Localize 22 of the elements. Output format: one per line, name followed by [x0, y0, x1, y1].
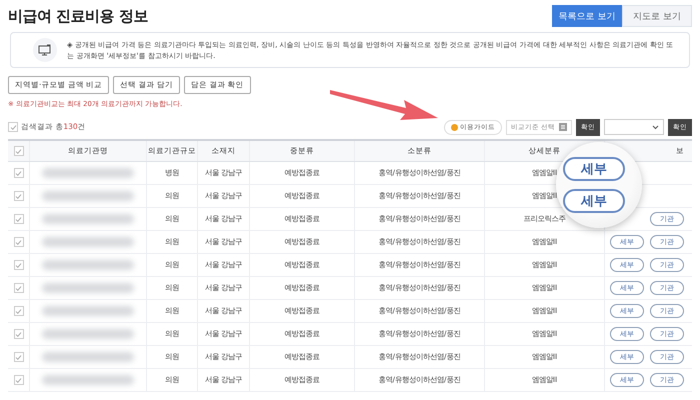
view-tab[interactable]: 목록으로 보기 — [552, 5, 622, 27]
checkbox[interactable] — [14, 260, 24, 270]
checkbox[interactable] — [14, 214, 24, 224]
checkbox[interactable] — [14, 306, 24, 316]
detail-button[interactable]: 세부 — [563, 189, 625, 213]
checkbox[interactable] — [14, 237, 24, 247]
checkbox[interactable] — [14, 191, 24, 201]
checkbox[interactable] — [14, 146, 24, 156]
page-title: 비급여 진료비용 정보 — [8, 6, 148, 26]
checkbox[interactable] — [14, 375, 24, 385]
checkbox[interactable] — [14, 283, 24, 293]
list-icon — [559, 123, 567, 131]
dropdown[interactable] — [604, 119, 664, 135]
monitor-icon — [33, 38, 57, 62]
checkbox[interactable] — [14, 329, 24, 339]
checkbox[interactable] — [8, 122, 18, 132]
detail-button[interactable]: 세부 — [563, 157, 625, 181]
checkbox[interactable] — [14, 168, 24, 178]
view-tab[interactable]: 지도로 보기 — [622, 5, 692, 27]
info-dot-icon — [450, 124, 458, 130]
checkbox[interactable] — [14, 352, 24, 362]
chevron-down-icon — [652, 124, 659, 130]
